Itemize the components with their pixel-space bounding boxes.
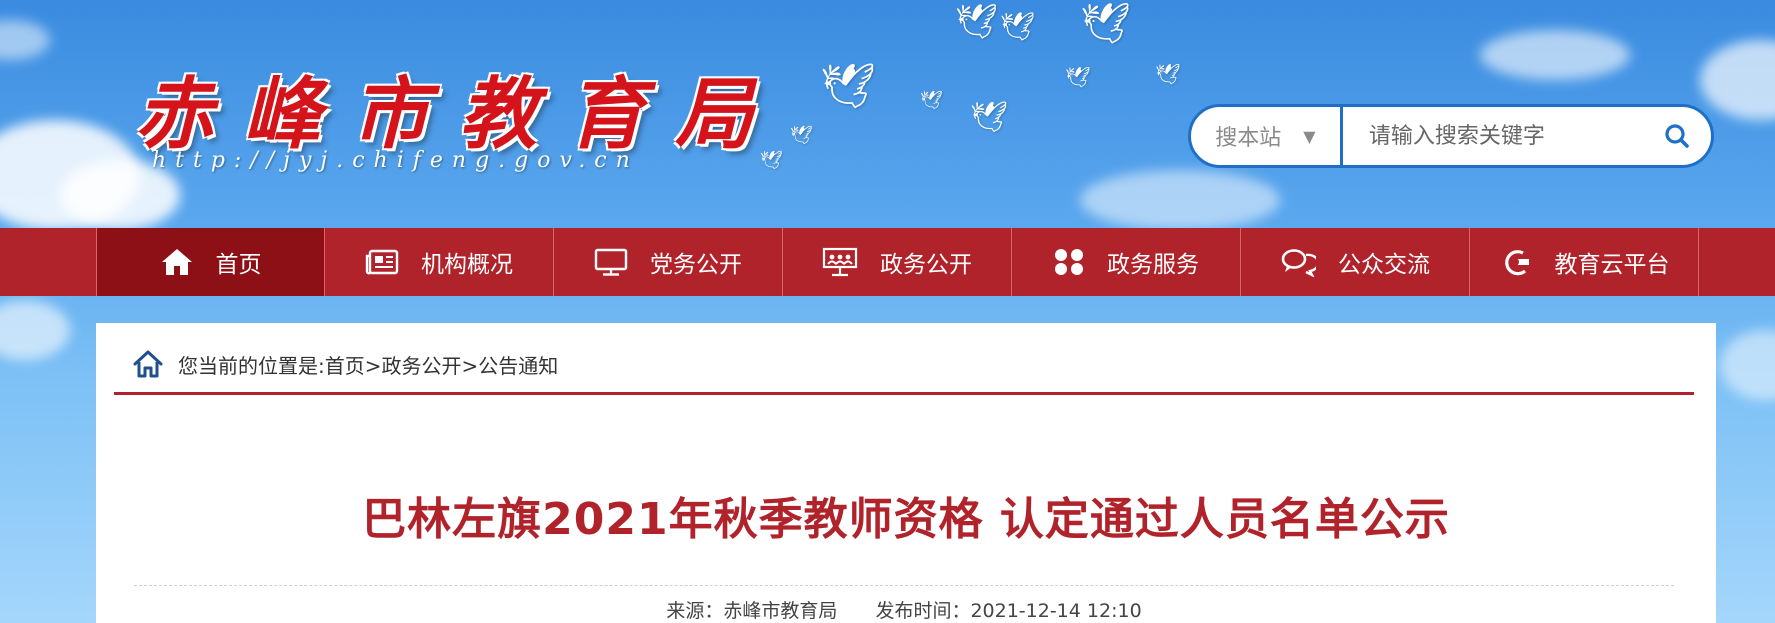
dove-icon: 🕊 <box>1065 65 1091 89</box>
search-scope-select[interactable]: 搜本站 ▼ <box>1191 107 1343 165</box>
nav-item-label: 机构概况 <box>421 252 513 278</box>
nav-item-label: 党务公开 <box>650 252 742 278</box>
presentation-icon <box>822 247 858 277</box>
dove-icon: 🕊 <box>790 125 813 146</box>
dove-icon: 🕊 <box>1155 62 1181 86</box>
nav-item-government-services[interactable]: 政务服务 <box>1012 228 1241 296</box>
home-icon[interactable] <box>132 349 164 379</box>
nav-item-organization[interactable]: 机构概况 <box>325 228 554 296</box>
nav-item-party-affairs[interactable]: 党务公开 <box>554 228 783 296</box>
article-date: 发布时间：2021-12-14 12:10 <box>875 600 1142 622</box>
article-meta: 来源：赤峰市教育局 发布时间：2021-12-14 12:10 <box>134 585 1674 623</box>
search-scope-label: 搜本站 <box>1215 126 1282 151</box>
breadcrumb: 您当前的位置是:首页>政务公开>公告通知 <box>114 349 1694 395</box>
dove-icon: 🕊 <box>970 100 1009 135</box>
cloud-decoration <box>0 300 70 360</box>
newspaper-icon <box>365 249 399 275</box>
nav-item-home[interactable]: 首页 <box>96 228 325 296</box>
dove-icon: 🕊 <box>1080 1 1131 47</box>
cloud-decoration <box>1720 330 1775 400</box>
dove-icon: 🕊 <box>1000 10 1036 43</box>
site-header: 🕊 🕊 🕊 🕊 🕊 🕊 🕊 🕊 🕊 🕊 赤峰市教育局 http://jyj.ch… <box>0 0 1775 228</box>
main-nav: 首页 机构概况 党务公开 政务公开 政务服务 公众交流 教育云平台 <box>0 228 1775 296</box>
dove-icon: 🕊 <box>920 90 943 111</box>
site-logo-url: http://jyj.chifeng.gov.cn <box>152 148 639 173</box>
main-content: 您当前的位置是:首页>政务公开>公告通知 巴林左旗2021年秋季教师资格 认定通… <box>96 323 1716 623</box>
nav-item-label: 首页 <box>215 252 262 278</box>
article-title: 巴林左旗2021年秋季教师资格 认定通过人员名单公示 <box>362 494 1450 545</box>
monitor-icon <box>594 248 628 276</box>
nav-item-public-communication[interactable]: 公众交流 <box>1241 228 1470 296</box>
dove-icon: 🕊 <box>820 61 876 112</box>
nav-item-label: 政务服务 <box>1107 252 1199 278</box>
nav-item-education-cloud[interactable]: 教育云平台 <box>1470 228 1699 296</box>
dove-icon: 🕊 <box>955 2 999 42</box>
grid-icon <box>1055 249 1083 275</box>
chat-icon <box>1281 249 1316 277</box>
search-icon <box>1665 124 1689 148</box>
search-button[interactable] <box>1643 107 1711 165</box>
search-input[interactable] <box>1342 107 1643 165</box>
breadcrumb-text[interactable]: 您当前的位置是:首页>政务公开>公告通知 <box>178 351 558 381</box>
article-source: 来源：赤峰市教育局 <box>666 600 838 622</box>
nav-item-label: 公众交流 <box>1338 252 1430 278</box>
nav-item-government-affairs[interactable]: 政务公开 <box>783 228 1012 296</box>
home-icon <box>161 249 192 275</box>
search-bar: 搜本站 ▼ <box>1188 104 1714 168</box>
nav-item-label: 教育云平台 <box>1554 252 1670 278</box>
nav-item-label: 政务公开 <box>880 252 972 278</box>
cloud-icon <box>1504 250 1529 276</box>
chevron-down-icon: ▼ <box>1303 126 1316 146</box>
